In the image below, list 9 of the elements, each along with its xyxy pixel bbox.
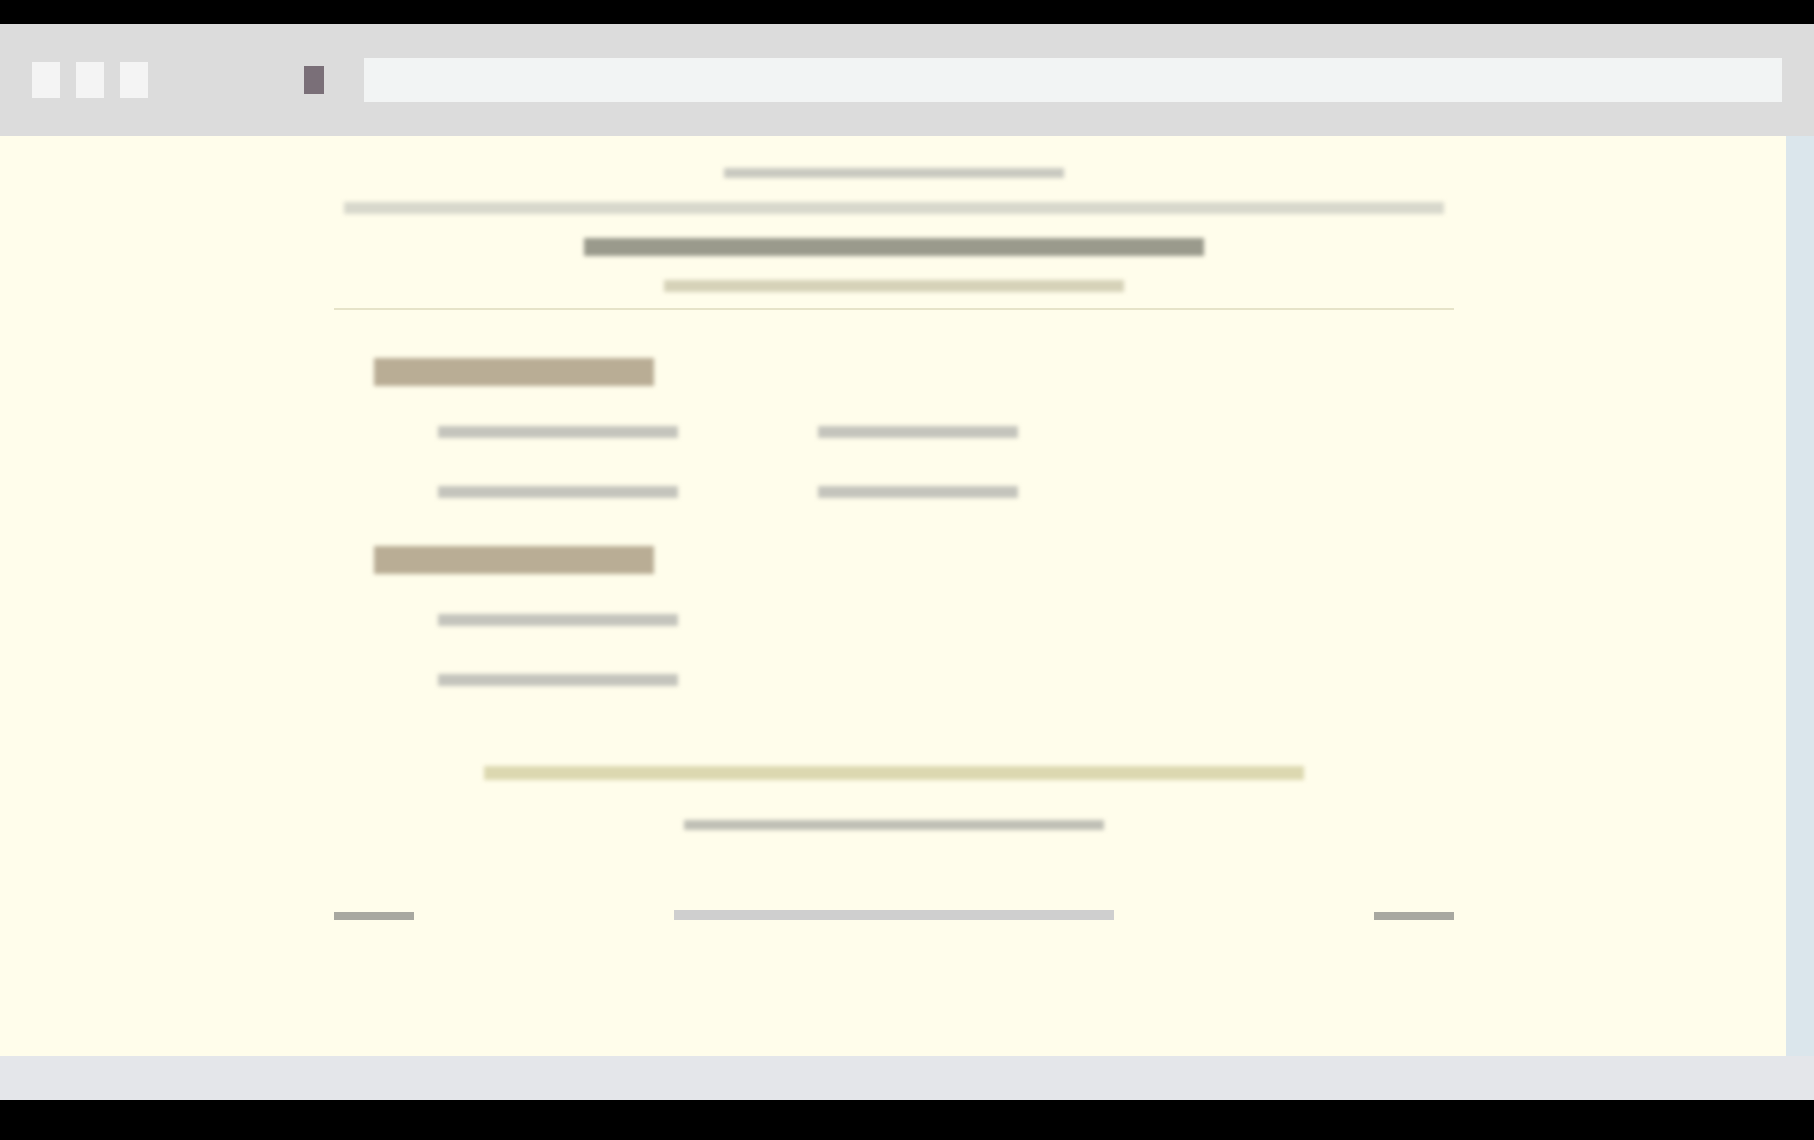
illegible-link[interactable] [333, 911, 413, 919]
illegible-link[interactable] [673, 910, 1113, 920]
toolbar-icon[interactable] [304, 66, 324, 94]
illegible-link[interactable] [1373, 911, 1453, 919]
scrollbar[interactable] [1786, 136, 1814, 1056]
address-field[interactable] [364, 58, 1782, 102]
toolbar-button[interactable] [120, 62, 148, 98]
toolbar-button[interactable] [76, 62, 104, 98]
toolbar-button[interactable] [32, 62, 60, 98]
